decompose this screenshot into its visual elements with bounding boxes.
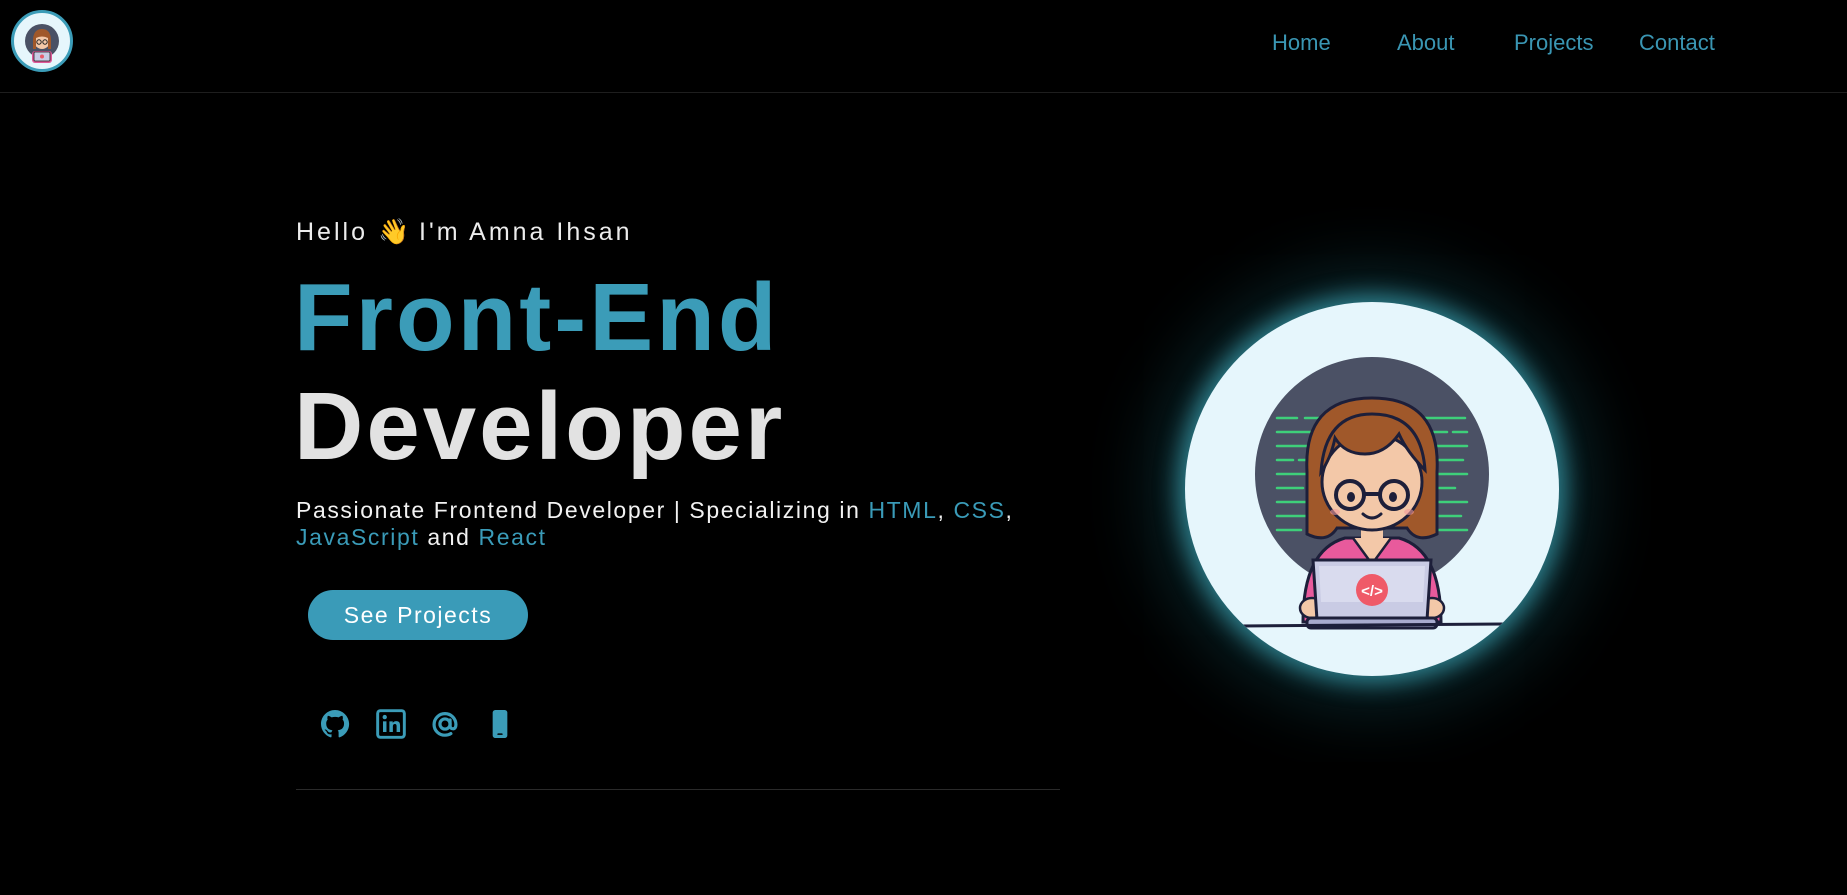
laptop-code-badge: </> [1361,583,1383,600]
nav-home[interactable]: Home [1272,30,1331,56]
nav-contact[interactable]: Contact [1639,30,1715,56]
hero-title-developer: Developer [294,373,786,480]
hero-greeting: Hello 👋 I'm Amna Ihsan [296,218,633,247]
tagline-separator: , [937,497,954,523]
hero-divider [296,789,1060,790]
hero-avatar: </> [1185,302,1559,676]
linkedin-icon[interactable] [375,708,407,740]
tech-css: CSS [953,497,1006,523]
logo-avatar-icon [25,24,59,63]
nav-about[interactable]: About [1397,30,1455,56]
see-projects-button[interactable]: See Projects [308,590,528,640]
tagline-separator: and [419,524,479,550]
phone-icon[interactable] [484,708,516,740]
email-icon[interactable] [429,708,461,740]
logo-avatar[interactable] [11,10,73,72]
hero-tagline: Passionate Frontend Developer | Speciali… [296,497,1076,551]
developer-illustration: </> [1239,357,1505,630]
wave-icon: 👋 [377,218,410,246]
github-icon[interactable] [319,708,351,740]
tech-html: HTML [868,497,938,523]
greeting-text: Hello [296,218,368,246]
tagline-prefix: Passionate Frontend Developer | Speciali… [296,497,869,523]
tagline-separator: , [1005,497,1014,523]
tech-javascript: JavaScript [296,524,420,550]
intro-text: I'm Amna Ihsan [419,218,633,246]
nav-projects[interactable]: Projects [1514,30,1593,56]
tech-react: React [478,524,547,550]
hero-title-frontend: Front-End [294,264,780,371]
site-header: Home About Projects Contact [0,0,1847,93]
